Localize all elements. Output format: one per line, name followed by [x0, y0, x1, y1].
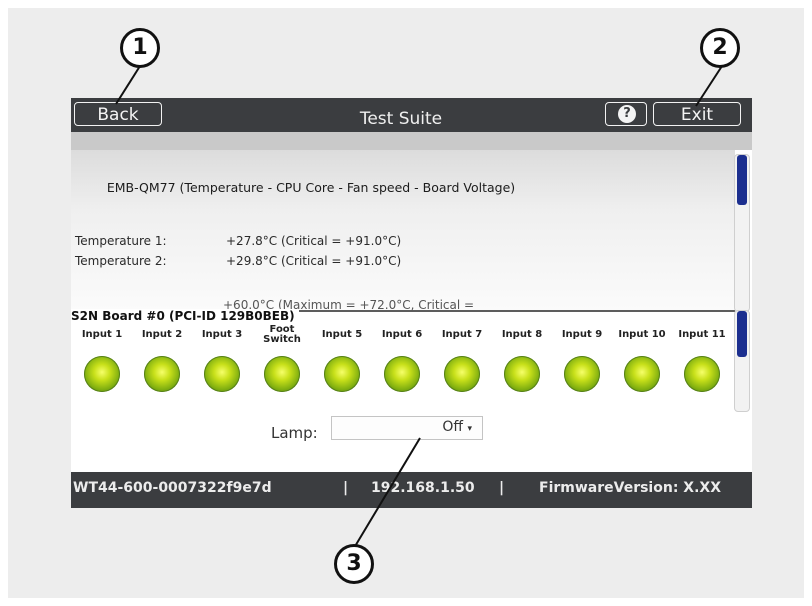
callout-3-badge: 3	[334, 544, 374, 584]
callout-2-line	[695, 65, 723, 107]
callout-lines	[115, 65, 723, 549]
callout-2-badge: 2	[700, 28, 740, 68]
callout-3-line	[353, 437, 421, 549]
callout-1-line	[115, 65, 141, 105]
callout-1-badge: 1	[120, 28, 160, 68]
